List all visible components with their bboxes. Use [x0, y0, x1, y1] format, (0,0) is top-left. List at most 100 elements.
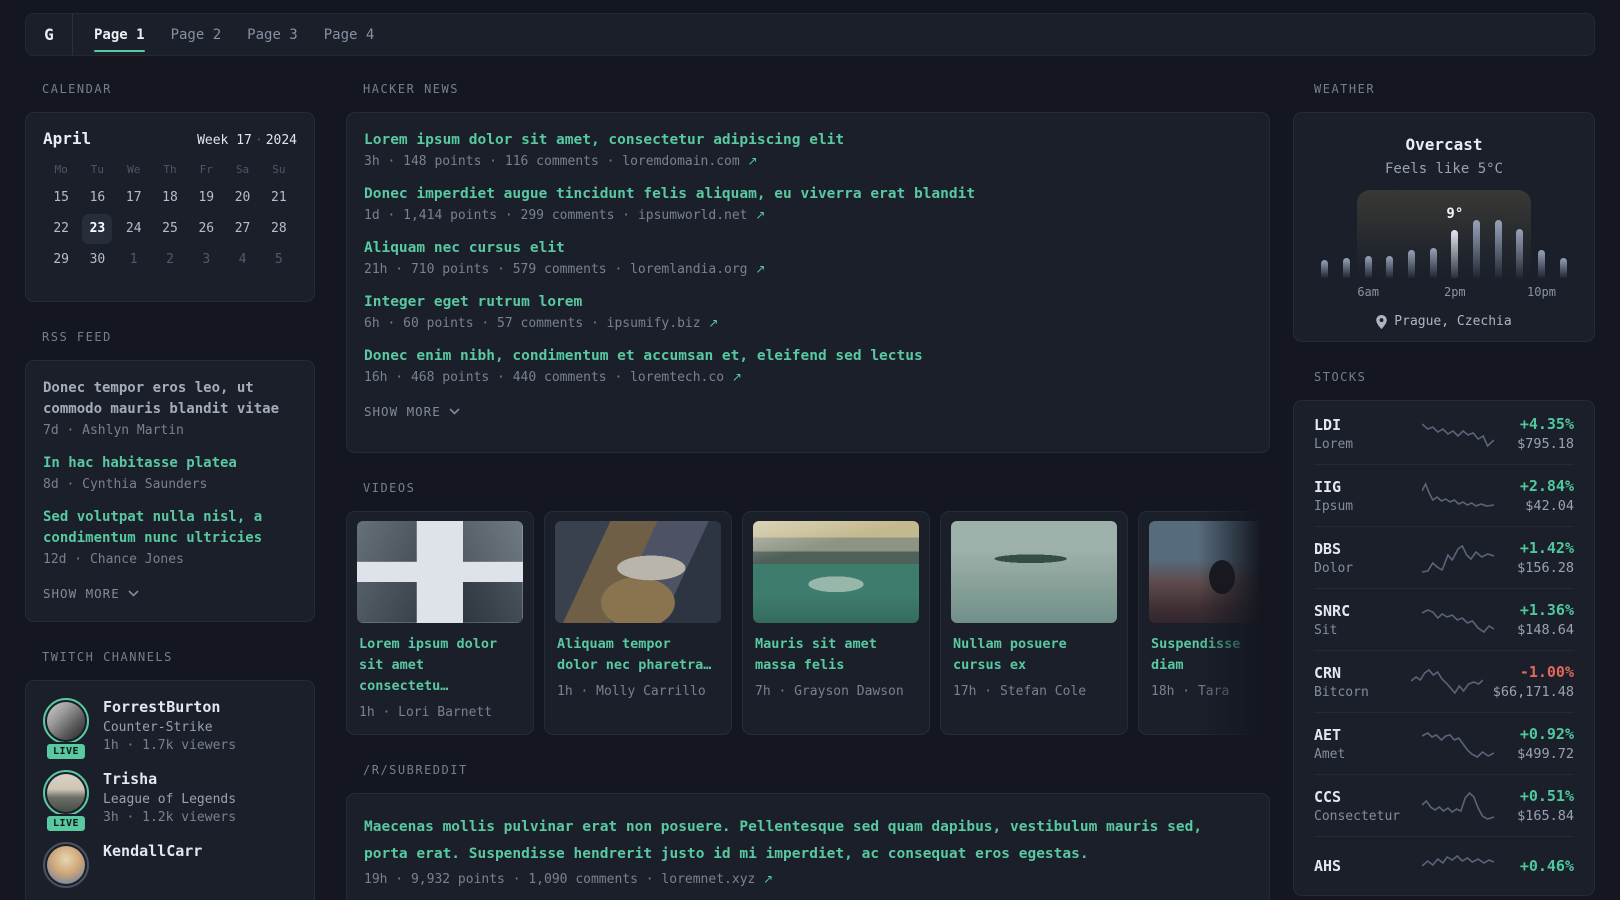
calendar-section-label: CALENDAR — [42, 82, 112, 96]
stock-price: $148.64 — [1517, 622, 1574, 638]
logo[interactable]: G — [26, 14, 73, 55]
weather-location: Prague, Czechia — [1394, 314, 1512, 329]
hn-story-meta: 16h · 468 points · 440 comments · loremt… — [364, 370, 742, 386]
stock-row[interactable]: AHS +0.46% — [1314, 836, 1574, 895]
stock-row[interactable]: CCS Consectetur +0.51% $165.84 — [1314, 774, 1574, 836]
tab-page-1[interactable]: Page 1 — [94, 14, 145, 55]
hn-story-title[interactable]: Integer eget rutrum lorem — [364, 292, 1252, 313]
hn-story-title[interactable]: Aliquam nec cursus elit — [364, 238, 1252, 259]
twitch-channel-row[interactable]: KendallCarr — [43, 841, 297, 888]
channel-name[interactable]: KendallCarr — [103, 842, 202, 861]
stock-row[interactable]: CRN Bitcorn -1.00% $66,171.48 — [1314, 650, 1574, 712]
tab-page-3[interactable]: Page 3 — [247, 14, 298, 55]
stock-values: +2.84% $42.04 — [1504, 477, 1574, 514]
hacker-news-story-list: Lorem ipsum dolor sit amet, consectetur … — [364, 130, 1252, 385]
stock-info: AET Amet — [1314, 726, 1412, 762]
external-link-icon: ↗ — [763, 871, 774, 886]
stocks-card: LDI Lorem +4.35% $795.18 IIG Ipsum +2.84% $42.0… — [1293, 400, 1595, 896]
video-card: Aliquam tempor dolor nec pharetra… 1h · M… — [544, 511, 732, 735]
sparkline-chart — [1422, 849, 1494, 883]
hn-story-title[interactable]: Donec imperdiet augue tincidunt felis al… — [364, 184, 1252, 205]
hn-domain-link[interactable]: ipsumify.biz — [607, 316, 701, 331]
external-link-icon: ↗ — [708, 316, 719, 331]
hour-label: 6am — [1357, 285, 1379, 299]
twitch-channel-row[interactable]: LIVE Trisha League of Legends 3h · 1.2k vie… — [43, 769, 297, 833]
day-number: 24 — [125, 221, 142, 236]
day-number: 25 — [162, 221, 178, 236]
external-link-icon: ↗ — [755, 262, 766, 277]
rss-item-title[interactable]: Donec tempor eros leo, ut commodo mauris… — [43, 378, 297, 420]
stock-symbol: IIG — [1314, 477, 1342, 496]
video-thumbnail[interactable] — [1149, 521, 1270, 623]
stock-change: +1.42% — [1519, 539, 1574, 557]
stock-row[interactable]: LDI Lorem +4.35% $795.18 — [1314, 403, 1574, 464]
rss-item-title[interactable]: In hac habitasse platea — [43, 453, 297, 474]
video-title[interactable]: Nullam posuere cursus ex — [951, 634, 1117, 676]
weather-feels-like: Feels like 5°C — [1384, 161, 1503, 177]
rss-show-more-button[interactable]: SHOW MORE — [43, 586, 139, 601]
weather-section-label: WEATHER — [1314, 82, 1376, 96]
video-thumbnail[interactable] — [357, 521, 523, 623]
rss-feed-card: Donec tempor eros leo, ut commodo mauris… — [25, 360, 315, 622]
hn-domain-link[interactable]: loremlandia.org — [630, 262, 747, 277]
hn-domain-link[interactable]: ipsumworld.net — [638, 208, 748, 223]
stock-sparkline — [1422, 789, 1494, 823]
stock-name: Bitcorn — [1314, 684, 1369, 700]
calendar-day: 23 — [79, 214, 115, 244]
avatar-image — [47, 845, 85, 884]
stock-change: -1.00% — [1519, 663, 1574, 681]
stock-row[interactable]: DBS Dolor +1.42% $156.28 — [1314, 526, 1574, 588]
rss-section-label: RSS FEED — [42, 330, 112, 344]
sparkline-chart — [1422, 417, 1494, 451]
chevron-down-icon — [449, 408, 460, 415]
weekday-label: Th — [163, 163, 177, 176]
stock-sparkline — [1411, 665, 1483, 699]
rss-item-title[interactable]: Sed volutpat nulla nisl, a condimentum n… — [43, 507, 297, 549]
channel-name[interactable]: Trisha — [103, 770, 236, 789]
sparkline-chart — [1422, 541, 1494, 575]
hn-story-title[interactable]: Donec enim nibh, condimentum et accumsan… — [364, 346, 1252, 367]
stock-info: CCS Consectetur — [1314, 788, 1412, 824]
twitch-channel-row[interactable]: LIVE ForrestBurton Counter-Strike 1h · 1.7k… — [43, 698, 297, 761]
video-title[interactable]: Aliquam tempor dolor nec pharetra… — [555, 634, 721, 676]
hn-show-more-button[interactable]: SHOW MORE — [364, 404, 460, 419]
video-thumbnail[interactable] — [753, 521, 919, 623]
hour-label: 10pm — [1527, 285, 1556, 299]
chevron-down-icon — [128, 590, 139, 597]
subreddit-post-title[interactable]: Maecenas mollis pulvinar erat non posuer… — [364, 814, 1252, 869]
video-title[interactable]: Lorem ipsum dolor sit amet consectetu… — [357, 634, 523, 697]
stock-sparkline — [1422, 603, 1494, 637]
hn-domain-link[interactable]: loremtech.co — [630, 370, 724, 385]
stock-values: -1.00% $66,171.48 — [1493, 663, 1574, 700]
tab-page-2[interactable]: Page 2 — [171, 14, 222, 55]
stock-row[interactable]: SNRC Sit +1.36% $148.64 — [1314, 588, 1574, 650]
video-title[interactable]: Mauris sit amet massa felis — [753, 634, 919, 676]
video-thumbnail[interactable] — [555, 521, 721, 623]
video-thumbnail[interactable] — [951, 521, 1117, 623]
page-tabs: Page 1 Page 2 Page 3 Page 4 — [73, 14, 374, 55]
calendar-day: 27 — [224, 214, 260, 244]
weekday-label: Sa — [235, 163, 250, 176]
tab-page-4[interactable]: Page 4 — [324, 14, 375, 55]
hn-story-title[interactable]: Lorem ipsum dolor sit amet, consectetur … — [364, 130, 1252, 151]
stock-row[interactable]: AET Amet +0.92% $499.72 — [1314, 712, 1574, 774]
stocks-section-label: STOCKS — [1314, 370, 1367, 384]
stock-symbol: CCS — [1314, 787, 1342, 806]
stock-symbol: LDI — [1314, 415, 1342, 434]
subreddit-domain-link[interactable]: loremnet.xyz — [661, 872, 755, 887]
day-number: 21 — [271, 190, 287, 205]
weekday-label: Tu — [90, 163, 105, 176]
stock-row[interactable]: IIG Ipsum +2.84% $42.04 — [1314, 464, 1574, 526]
right-column: WEATHER Overcast Feels like 5°C 9° 6am 2p… — [1293, 80, 1595, 900]
video-meta: 1h · Molly Carrillo — [557, 683, 706, 699]
avatar — [43, 841, 89, 888]
channel-name[interactable]: ForrestBurton — [103, 698, 236, 717]
temperature-bar — [1473, 220, 1480, 278]
temperature-bar — [1364, 256, 1372, 278]
video-title[interactable]: Suspendisse diam — [1149, 634, 1270, 676]
rss-item-meta: 7d · Ashlyn Martin — [43, 423, 184, 438]
external-link-icon: ↗ — [731, 370, 742, 385]
calendar-day: 22 — [43, 214, 79, 244]
stock-symbol: AHS — [1314, 857, 1342, 875]
hn-domain-link[interactable]: loremdomain.com — [622, 154, 739, 169]
